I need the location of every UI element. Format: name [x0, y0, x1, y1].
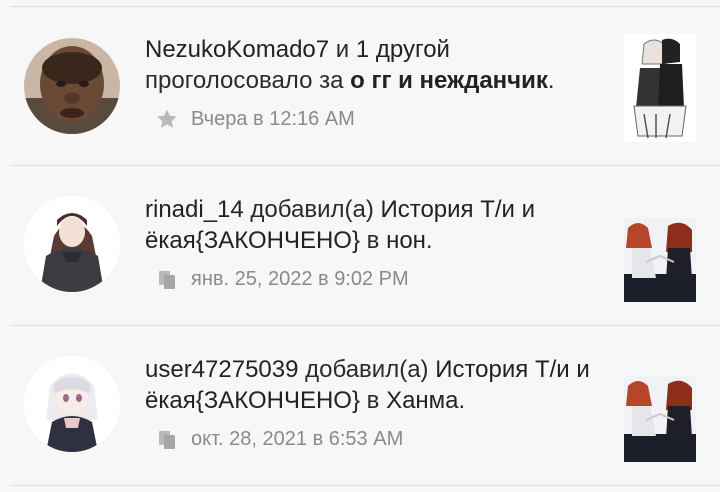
feed-item-text: rinadi_14 добавил(а) История Т/и и ёкая{…: [145, 194, 607, 256]
action-text: добавил(а): [305, 356, 429, 383]
divider: [10, 485, 720, 486]
action-text: проголосовало за: [145, 67, 344, 94]
action-text: добавил(а): [250, 196, 374, 223]
connector-text: и: [335, 36, 350, 63]
feed-item-reading-list[interactable]: user47275039 добавил(а) История Т/и и ёк…: [0, 326, 720, 486]
timestamp: Вчера в 12:16 AM: [191, 108, 355, 130]
feed-item-text: NezukoKomado7 и 1 другой проголосовало з…: [145, 34, 607, 96]
avatar[interactable]: [24, 196, 120, 292]
timestamp: янв. 25, 2022 в 9:02 PM: [191, 268, 409, 290]
feed-item-vote[interactable]: NezukoKomado7 и 1 другой проголосовало з…: [0, 6, 720, 166]
feed-item-text: user47275039 добавил(а) История Т/и и ёк…: [145, 354, 607, 416]
feed-item-reading-list[interactable]: rinadi_14 добавил(а) История Т/и и ёкая{…: [0, 166, 720, 326]
preposition-text: в: [366, 387, 380, 414]
star-icon: [155, 107, 179, 131]
activity-feed: NezukoKomado7 и 1 другой проголосовало з…: [0, 0, 720, 492]
tail-text: .: [547, 67, 555, 94]
actor-link[interactable]: NezukoKomado7: [145, 36, 329, 63]
preposition-text: в: [366, 227, 380, 254]
reading-list-link[interactable]: нон: [386, 227, 426, 254]
timestamp: окт. 28, 2021 в 6:53 AM: [191, 428, 404, 450]
feed-item-meta: окт. 28, 2021 в 6:53 AM: [155, 427, 403, 451]
story-cover-thumbnail[interactable]: [624, 218, 696, 302]
story-cover-thumbnail[interactable]: [624, 376, 696, 462]
feed-item-meta: янв. 25, 2022 в 9:02 PM: [155, 267, 409, 291]
feed-item-meta: Вчера в 12:16 AM: [155, 107, 355, 131]
tail-text: .: [425, 227, 433, 254]
actor-link[interactable]: user47275039: [145, 356, 298, 383]
copy-icon: [155, 427, 179, 451]
avatar[interactable]: [24, 356, 120, 452]
extra-count-link[interactable]: 1 другой: [356, 36, 450, 63]
story-link[interactable]: о гг и нежданчик: [350, 67, 548, 94]
tail-text: .: [458, 387, 466, 414]
reading-list-link[interactable]: Ханма: [386, 387, 458, 414]
story-cover-thumbnail[interactable]: [624, 34, 696, 142]
copy-icon: [155, 267, 179, 291]
actor-link[interactable]: rinadi_14: [145, 196, 244, 223]
avatar[interactable]: [24, 38, 120, 134]
